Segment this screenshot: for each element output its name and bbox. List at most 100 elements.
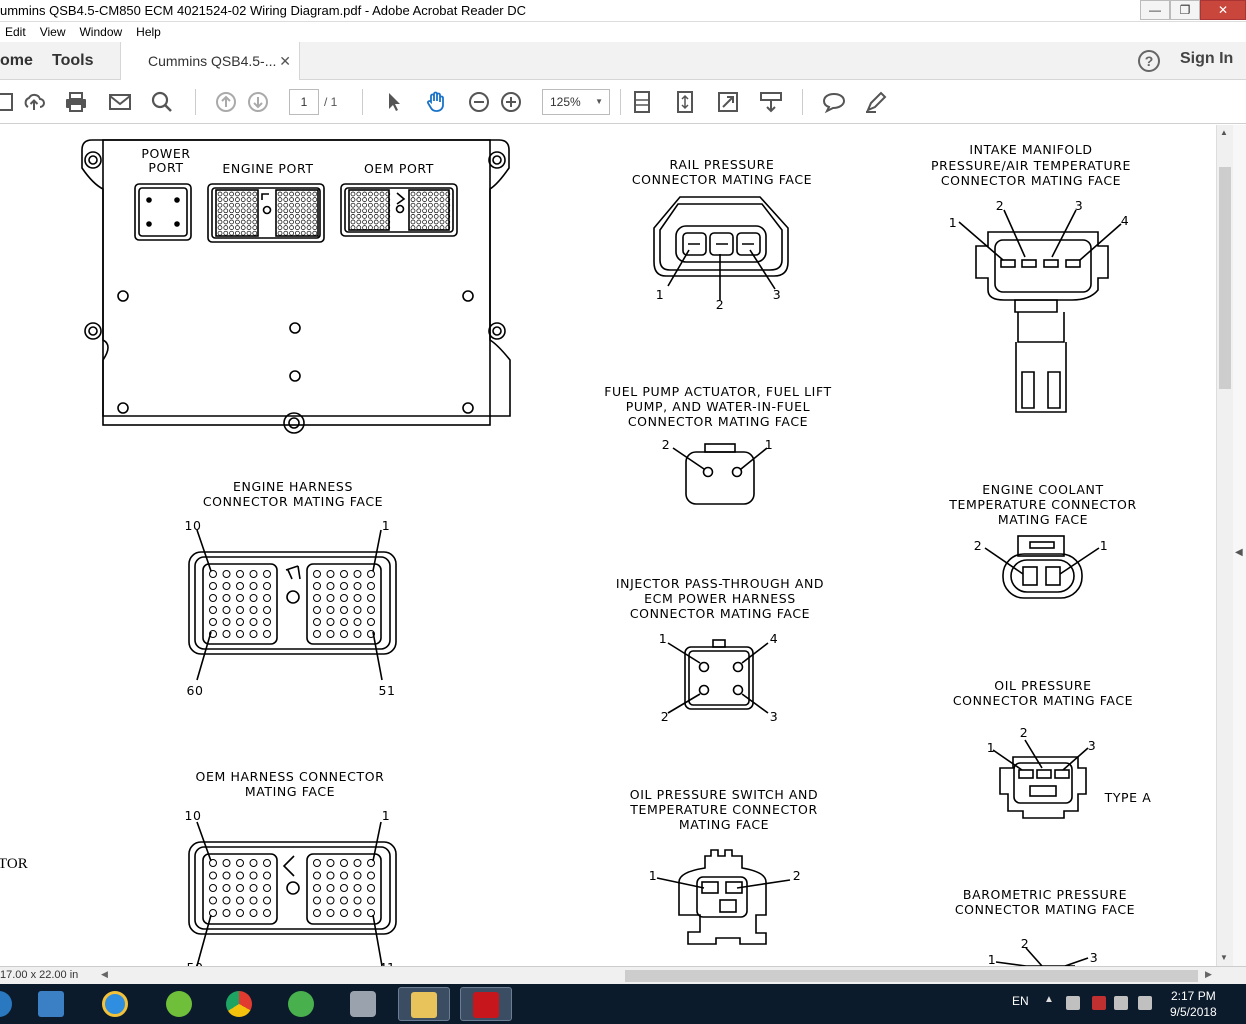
maximize-button[interactable]: ❐	[1170, 0, 1200, 20]
right-pane-toggle[interactable]: ◀	[1233, 125, 1246, 966]
fit-page-icon[interactable]	[673, 90, 697, 114]
comment-icon[interactable]	[822, 90, 846, 114]
email-icon[interactable]	[108, 90, 132, 114]
taskbar-acrobat[interactable]	[460, 987, 512, 1021]
connector-pin	[340, 896, 348, 905]
action-center-icon[interactable]	[1066, 996, 1080, 1010]
system-clock[interactable]: 2:17 PM 9/5/2018	[1170, 988, 1217, 1020]
status-bar: 17.00 x 22.00 in ◀ ▶	[0, 966, 1246, 984]
scroll-down-arrow-icon[interactable]: ▼	[1220, 953, 1228, 962]
connector-pin	[326, 594, 335, 602]
connector-pin	[367, 884, 375, 892]
full-screen-icon[interactable]	[716, 90, 740, 114]
tab-document[interactable]: Cummins QSB4.5-... ✕	[120, 42, 300, 81]
connector-pin	[249, 630, 258, 638]
connector-pin	[428, 219, 433, 225]
connector-pin	[367, 618, 375, 626]
highlight-pen-icon[interactable]	[864, 90, 888, 114]
tab-home[interactable]: ome	[0, 42, 33, 80]
connector-pin	[373, 202, 379, 208]
taskbar-app-green[interactable]	[154, 987, 206, 1021]
network-icon[interactable]	[1114, 996, 1128, 1010]
taskbar-internet-explorer[interactable]	[90, 987, 142, 1021]
pin-label: 1	[649, 868, 658, 883]
connector-pin	[313, 618, 321, 626]
tab-tools[interactable]: Tools	[52, 42, 93, 80]
scroll-right-arrow-icon[interactable]: ▶	[1205, 969, 1212, 980]
close-window-button[interactable]: ✕	[1200, 0, 1246, 20]
connector-pin	[350, 191, 356, 197]
zoom-value: 125%	[550, 95, 581, 109]
menu-window[interactable]: Window	[79, 25, 122, 39]
injector-connector	[667, 639, 769, 714]
vertical-scrollbar[interactable]: ▲ ▼	[1216, 125, 1233, 966]
connector-pin	[300, 208, 306, 214]
connector-pin	[236, 896, 244, 905]
scrolling-mode-icon[interactable]	[630, 90, 654, 114]
minimize-button[interactable]: —	[1140, 0, 1170, 20]
tray-expand-icon[interactable]: ▲	[1044, 994, 1054, 1005]
connector-pin	[222, 582, 231, 590]
help-icon[interactable]: ?	[1138, 50, 1160, 72]
connector-pin	[223, 214, 229, 219]
chevron-left-icon[interactable]: ◀	[1235, 547, 1243, 558]
scroll-up-arrow-icon[interactable]: ▲	[1220, 128, 1228, 137]
zoom-in-icon[interactable]	[499, 90, 523, 114]
scroll-left-arrow-icon[interactable]: ◀	[101, 969, 108, 980]
print-icon[interactable]	[64, 90, 88, 114]
connector-pin	[249, 859, 258, 867]
connector-pin	[236, 630, 244, 638]
previous-page-icon[interactable]	[214, 90, 238, 114]
language-indicator[interactable]: EN	[1012, 994, 1029, 1008]
taskbar-chrome[interactable]	[214, 987, 266, 1021]
search-icon[interactable]	[150, 90, 174, 114]
connector-pin	[229, 219, 234, 225]
connector-pin	[209, 896, 217, 905]
connector-pin	[367, 909, 375, 917]
taskbar-parrot-app[interactable]	[276, 987, 328, 1021]
menu-view[interactable]: View	[40, 25, 66, 39]
pin-label: 3	[770, 709, 779, 724]
taskbar-camera-app[interactable]	[338, 987, 390, 1021]
injector-title: INJECTOR PASS-THROUGH AND	[616, 576, 824, 591]
start-button[interactable]	[0, 987, 26, 1021]
connector-pin	[367, 896, 375, 905]
menu-edit[interactable]: Edit	[5, 25, 26, 39]
download-icon[interactable]	[759, 90, 783, 114]
network-warning-icon[interactable]	[1092, 996, 1106, 1010]
document-view[interactable]: POWER PORT ENGINE PORT OEM PORT ENGINE H…	[0, 125, 1216, 966]
connector-pin	[263, 618, 271, 626]
vertical-scroll-thumb[interactable]	[1219, 167, 1231, 389]
tab-close-icon[interactable]: ✕	[279, 42, 291, 80]
taskbar-media-player[interactable]	[26, 987, 78, 1021]
horizontal-scroll-thumb[interactable]	[625, 970, 1198, 982]
save-icon[interactable]	[0, 90, 16, 114]
taskbar-file-explorer[interactable]	[398, 987, 450, 1021]
connector-pin	[295, 191, 300, 197]
connector-pin	[209, 909, 217, 917]
upload-icon[interactable]	[22, 90, 46, 114]
connector-pin	[373, 214, 379, 219]
windows-logo-icon	[0, 991, 12, 1017]
connector-pin	[240, 197, 246, 202]
connector-pin	[252, 219, 258, 225]
next-page-icon[interactable]	[246, 90, 270, 114]
menu-help[interactable]: Help	[136, 25, 161, 39]
connector-pin	[410, 225, 416, 230]
select-cursor-icon[interactable]	[382, 90, 406, 114]
connector-pin	[313, 871, 321, 880]
hand-tool-icon[interactable]	[424, 90, 448, 114]
fuel-pump-title: PUMP, AND WATER-IN-FUEL	[626, 399, 811, 414]
connector-pin	[410, 219, 416, 225]
ecm-power-port-label: PORT	[148, 160, 183, 175]
connector-pin	[252, 225, 258, 230]
zoom-select[interactable]: 125% ▼	[542, 89, 610, 115]
page-number-input[interactable]: 1	[289, 89, 319, 115]
rail-pressure-title: CONNECTOR MATING FACE	[632, 172, 812, 187]
connector-pin	[295, 202, 300, 208]
zoom-out-icon[interactable]	[467, 90, 491, 114]
connector-pin	[209, 618, 217, 626]
volume-icon[interactable]	[1138, 996, 1152, 1010]
connector-pin	[326, 884, 335, 892]
sign-in-button[interactable]: Sign In	[1180, 50, 1233, 68]
